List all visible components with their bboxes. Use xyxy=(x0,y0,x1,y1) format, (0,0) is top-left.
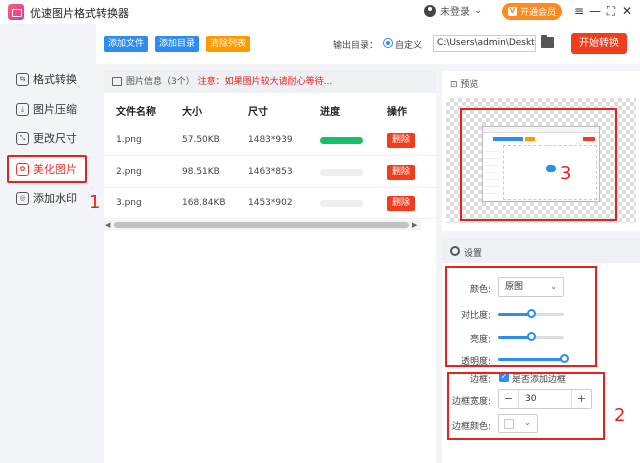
table-row[interactable]: 2.png 98.51KB 1463*853 删除 xyxy=(104,157,436,188)
sidebar: ⇆ 格式转换 ⤓ 图片压缩 ⤡ 更改尺寸 ✿ 美化图片 ◎ 添加水印 xyxy=(0,24,96,463)
table-row[interactable]: 1.png 57.50KB 1483*939 删除 xyxy=(104,125,436,156)
sidebar-item-label: 格式转换 xyxy=(33,73,77,86)
custom-dir-label: 自定义 xyxy=(395,41,423,51)
file-name: 1.png xyxy=(116,135,142,145)
clear-list-button[interactable]: 清除列表 xyxy=(206,36,251,52)
column-header-progress: 进度 xyxy=(320,107,340,118)
progress-bar xyxy=(320,200,363,207)
file-size: 168.84KB xyxy=(182,198,226,208)
gear-icon xyxy=(450,246,460,256)
column-header-dims: 尺寸 xyxy=(248,107,268,118)
app-logo-icon xyxy=(8,4,24,20)
preview-label: 预览 xyxy=(460,80,479,90)
image-icon xyxy=(112,77,122,86)
sidebar-item-resize[interactable]: ⤡ 更改尺寸 xyxy=(8,128,88,148)
sidebar-item-label: 更改尺寸 xyxy=(33,132,77,145)
menu-icon[interactable]: ≡ xyxy=(572,3,586,19)
output-path-field[interactable]: C:\Users\admin\Deskto xyxy=(433,35,536,52)
column-header-size: 大小 xyxy=(182,107,202,118)
file-list-header: 图片信息（3个） 注意：如果图片较大请耐心等待... xyxy=(104,71,436,93)
delete-button[interactable]: 删除 xyxy=(387,196,415,211)
column-header-name: 文件名称 xyxy=(116,107,156,118)
file-dims: 1453*902 xyxy=(248,198,293,208)
preview-icon: ⊡ xyxy=(450,80,461,90)
folder-icon[interactable] xyxy=(541,35,554,48)
delete-button[interactable]: 删除 xyxy=(387,133,415,148)
title-bar: 优速图片格式转换器 未登录 ⌄ V 开通会员 ≡ — ⛶ ✕ xyxy=(0,0,640,24)
file-size: 98.51KB xyxy=(182,167,220,177)
resize-icon: ⤡ xyxy=(16,131,29,145)
annotation-number-1: 1 xyxy=(89,192,101,213)
notice-text: 注意：如果图片较大请耐心等待... xyxy=(197,77,333,87)
file-dims: 1483*939 xyxy=(248,135,293,145)
minimize-icon[interactable]: — xyxy=(588,3,602,19)
table-row[interactable]: 3.png 168.84KB 1453*902 删除 xyxy=(104,188,436,219)
maximize-icon[interactable]: ⛶ xyxy=(604,3,618,19)
custom-dir-radio[interactable] xyxy=(383,38,393,48)
toolbar: 添加文件 添加目录 清除列表 输出目录： 自定义 C:\Users\admin\… xyxy=(96,24,640,64)
file-name: 2.png xyxy=(116,167,142,177)
add-file-button[interactable]: 添加文件 xyxy=(104,36,149,52)
vip-label: 开通会员 xyxy=(519,8,556,18)
app-title: 优速图片格式转换器 xyxy=(30,7,129,20)
watermark-icon: ◎ xyxy=(16,191,29,205)
scrollbar-thumb[interactable] xyxy=(114,222,409,228)
sidebar-item-label: 图片压缩 xyxy=(33,103,77,116)
scroll-right-icon[interactable]: ▶ xyxy=(412,221,417,229)
output-dir-label: 输出目录： xyxy=(333,41,379,51)
annotation-number-3: 3 xyxy=(560,163,572,184)
user-label: 未登录 xyxy=(440,7,470,18)
highlight-box-adjustments xyxy=(445,266,597,367)
highlight-box-border xyxy=(447,372,605,440)
user-icon xyxy=(424,4,436,17)
sidebar-item-watermark[interactable]: ◎ 添加水印 xyxy=(8,188,88,208)
convert-icon: ⇆ xyxy=(16,72,29,86)
vip-icon: V xyxy=(507,7,517,16)
file-list-panel: 图片信息（3个） 注意：如果图片较大请耐心等待... 文件名称 大小 尺寸 进度… xyxy=(104,71,436,463)
chevron-down-icon: ⌄ xyxy=(474,5,483,16)
column-header-action: 操作 xyxy=(387,107,407,118)
progress-bar xyxy=(320,169,363,176)
settings-title: 设置 xyxy=(464,249,483,259)
preview-title: ⊡ 预览 xyxy=(450,77,478,90)
scroll-left-icon[interactable]: ◀ xyxy=(105,221,110,229)
sidebar-item-label: 添加水印 xyxy=(33,192,77,205)
file-size: 57.50KB xyxy=(182,135,220,145)
vip-button[interactable]: V 开通会员 xyxy=(502,3,562,20)
user-menu[interactable]: 未登录 ⌄ xyxy=(424,3,482,18)
sidebar-item-compress[interactable]: ⤓ 图片压缩 xyxy=(8,99,88,119)
highlight-box-preview xyxy=(460,108,617,221)
file-name: 3.png xyxy=(116,198,142,208)
highlight-box-sidebar xyxy=(7,155,87,183)
settings-header: 设置 xyxy=(442,239,640,263)
start-convert-button[interactable]: 开始转换 xyxy=(571,33,627,54)
sidebar-item-format-convert[interactable]: ⇆ 格式转换 xyxy=(8,69,88,89)
progress-bar xyxy=(320,137,363,144)
progress-fill xyxy=(320,137,363,144)
compress-icon: ⤓ xyxy=(16,102,29,116)
file-count-label: 图片信息（3个） xyxy=(126,77,195,87)
horizontal-scrollbar[interactable]: ◀ ▶ xyxy=(104,220,421,230)
add-directory-button[interactable]: 添加目录 xyxy=(155,36,200,52)
delete-button[interactable]: 删除 xyxy=(387,165,415,180)
file-dims: 1463*853 xyxy=(248,167,293,177)
app-window: 优速图片格式转换器 未登录 ⌄ V 开通会员 ≡ — ⛶ ✕ 添加文件 添加目录… xyxy=(0,0,640,463)
close-icon[interactable]: ✕ xyxy=(620,3,634,19)
annotation-number-2: 2 xyxy=(614,405,626,426)
